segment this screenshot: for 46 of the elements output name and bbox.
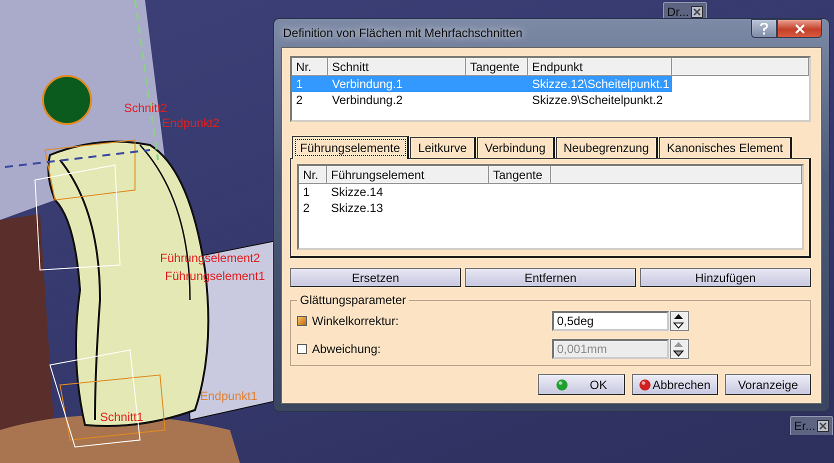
table-cell[interactable]: Skizze.14 xyxy=(327,184,489,200)
close-button[interactable] xyxy=(777,19,822,38)
dialog-button[interactable]: Voranzeige xyxy=(725,374,811,395)
column-header[interactable]: Führungselement xyxy=(327,166,489,183)
table-cell[interactable]: 2 xyxy=(292,92,328,108)
window-title: Definition von Flächen mit Mehrfachschnitten xyxy=(282,26,522,40)
cancel-icon xyxy=(639,378,652,390)
column-header[interactable]: Endpunkt xyxy=(528,58,672,75)
help-icon xyxy=(760,22,768,34)
table-cell[interactable]: Skizze.13 xyxy=(327,200,489,216)
annotation-label: Endpunkt1 xyxy=(200,389,258,403)
table-cell[interactable]: Skizze.9\Scheitelpunkt.2 xyxy=(528,92,672,108)
table-cell[interactable]: 1 xyxy=(299,184,327,200)
column-header[interactable]: Nr. xyxy=(299,166,327,183)
window-title: Dr... xyxy=(667,5,690,19)
list-action-button[interactable]: Entfernen xyxy=(465,268,636,287)
checkbox[interactable] xyxy=(297,316,307,326)
tab[interactable]: Verbindung xyxy=(476,137,554,158)
close-icon xyxy=(794,24,804,34)
column-header[interactable]: Tangente xyxy=(489,166,551,183)
help-button[interactable] xyxy=(751,19,777,38)
column-header[interactable]: Tangente xyxy=(466,58,528,75)
annotation-label: Endpunkt2 xyxy=(162,116,220,130)
spin-buttons[interactable] xyxy=(670,339,689,359)
parameter-label: Winkelkorrektur: xyxy=(312,314,400,328)
annotation-label: Schnitt1 xyxy=(100,410,144,424)
close-icon[interactable] xyxy=(691,6,704,18)
group-title: Glättungsparameter xyxy=(299,293,408,307)
dialog-button[interactable]: Abbrechen xyxy=(632,374,718,395)
parameter-label: Abweichung: xyxy=(312,342,382,356)
window-title: Er... xyxy=(794,419,816,433)
table-cell[interactable]: 2 xyxy=(299,200,327,216)
spin-buttons[interactable] xyxy=(670,311,689,331)
column-header[interactable]: Nr. xyxy=(292,58,328,75)
value-field[interactable]: 0,5deg xyxy=(552,311,669,331)
tab[interactable]: Neubegrenzung xyxy=(556,137,658,158)
close-icon[interactable] xyxy=(817,420,830,432)
list-action-button[interactable]: Hinzufügen xyxy=(640,268,811,287)
table-cell[interactable]: Verbindung.2 xyxy=(328,92,466,108)
dialog-button[interactable]: OK xyxy=(538,374,625,395)
tab[interactable]: Kanonisches Element xyxy=(658,137,792,158)
list-action-button[interactable]: Ersetzen xyxy=(290,268,461,287)
tab[interactable]: Leitkurve xyxy=(410,137,476,158)
column-header[interactable]: Schnitt xyxy=(328,58,466,75)
tab[interactable]: Führungselemente xyxy=(292,136,410,159)
confirm-icon xyxy=(556,378,568,390)
